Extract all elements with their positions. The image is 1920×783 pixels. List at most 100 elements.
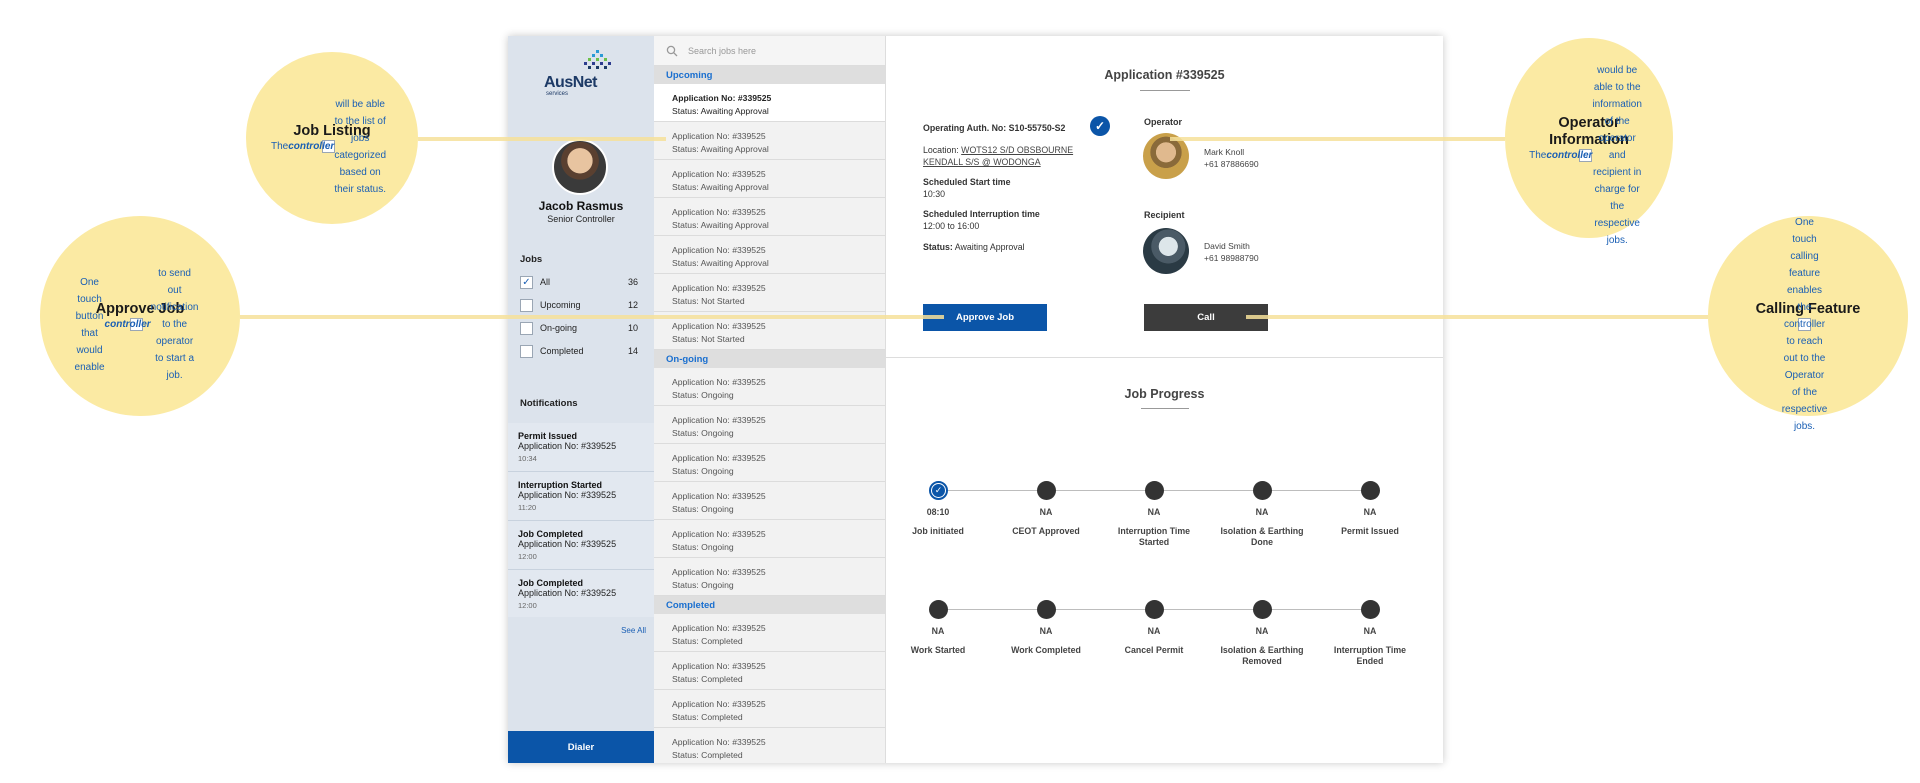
progress-title-underline — [1141, 408, 1189, 409]
location-link[interactable]: WOTS12 S/D OBSBOURNE — [961, 145, 1073, 155]
job-list-item[interactable]: Application No: #339525 Status: Completed — [654, 614, 885, 652]
callout-text: will be able to the list of jobs categor… — [334, 98, 387, 195]
search-input[interactable]: Search jobs here — [688, 46, 756, 56]
callout-job-listing: Job Listing The controller will be able … — [246, 52, 418, 224]
user-avatar[interactable] — [552, 139, 608, 195]
step-pending-dot — [1361, 481, 1380, 500]
user-role: Senior Controller — [547, 214, 615, 224]
filter-checkbox[interactable] — [520, 298, 533, 312]
job-application-number: Application No: #339525 — [672, 737, 766, 747]
operator-name: Mark Knoll — [1204, 147, 1245, 157]
callout-text: One touch calling feature enables the co… — [1781, 217, 1828, 432]
job-status-text: Status: Completed — [672, 712, 743, 722]
job-status: Status: Awaiting Approval — [923, 241, 1025, 253]
see-all-link[interactable]: See All — [621, 626, 646, 635]
step-name: Isolation & Earthing Removed — [1220, 645, 1304, 666]
step-value: NA — [931, 626, 945, 636]
step-pending-dot — [1253, 481, 1272, 500]
callout-emphasis: controller — [1546, 149, 1593, 161]
step-value: NA — [1147, 626, 1161, 636]
filter-label: Completed — [540, 346, 584, 356]
callout-text: The — [270, 141, 289, 152]
callout-text: One touch button that would enable — [74, 276, 105, 373]
job-status-text: Status: Ongoing — [672, 580, 734, 590]
job-list-item[interactable]: Application No: #339525 Status: Not Start… — [654, 274, 885, 312]
notification-item[interactable]: Interruption Started Application No: #339… — [508, 472, 654, 521]
search-bar[interactable]: Search jobs here — [654, 36, 885, 66]
notification-item[interactable]: Permit Issued Application No: #339525 10:3… — [508, 423, 654, 472]
filter-checkbox[interactable]: ✓ — [520, 275, 533, 289]
job-group-header: Upcoming — [654, 66, 885, 84]
job-detail-panel: Application #339525 Operating Auth. No: … — [886, 36, 1443, 763]
operator-header: Operator — [1144, 117, 1183, 127]
recipient-phone: +61 98988790 — [1204, 253, 1259, 263]
recipient-header: Recipient — [1144, 210, 1185, 220]
status-value: Awaiting Approval — [952, 242, 1025, 252]
step-name: Isolation & Earthing Done — [1220, 526, 1304, 547]
filter-completed[interactable]: Completed 14 — [520, 344, 638, 358]
job-status-text: Status: Awaiting Approval — [672, 106, 769, 116]
callout-text: to send out notification to the operator… — [150, 268, 199, 381]
filter-checkbox[interactable] — [520, 344, 533, 358]
job-status-text: Status: Ongoing — [672, 466, 734, 476]
recipient-name: David Smith — [1204, 241, 1250, 251]
search-icon — [666, 45, 678, 56]
job-list-item[interactable]: Application No: #339525 Status: Ongoing — [654, 406, 885, 444]
recipient-avatar — [1143, 228, 1189, 274]
job-application-number: Application No: #339525 — [672, 207, 766, 217]
job-list-item[interactable]: Application No: #339525 Status: Awaiting … — [654, 84, 885, 122]
filter-on-going[interactable]: On-going 10 — [520, 321, 638, 335]
notification-application: Application No: #339525 — [518, 539, 617, 549]
interruption-time-label: Scheduled Interruption time — [923, 209, 1040, 219]
filter-checkbox[interactable] — [520, 321, 533, 335]
callout-text: The — [1529, 149, 1547, 161]
job-list-item[interactable]: Application No: #339525 Status: Awaiting … — [654, 122, 885, 160]
job-status-text: Status: Completed — [672, 750, 743, 760]
filter-count: 14 — [627, 346, 638, 356]
job-list-item[interactable]: Application No: #339525 Status: Completed — [654, 728, 885, 763]
step-name: Work Completed — [1011, 645, 1081, 655]
job-status-text: Status: Awaiting Approval — [672, 182, 769, 192]
job-status-text: Status: Ongoing — [672, 542, 734, 552]
step-pending-dot — [1037, 481, 1056, 500]
notification-title: Job Completed — [518, 529, 584, 539]
job-list-item[interactable]: Application No: #339525 Status: Completed — [654, 652, 885, 690]
job-list-item[interactable]: Application No: #339525 Status: Ongoing — [654, 482, 885, 520]
operator-phone: +61 87886690 — [1204, 159, 1259, 169]
job-status-text: Status: Ongoing — [672, 428, 734, 438]
job-list-item[interactable]: Application No: #339525 Status: Ongoing — [654, 558, 885, 596]
job-list-item[interactable]: Application No: #339525 Status: Ongoing — [654, 520, 885, 558]
job-list-item[interactable]: Application No: #339525 Status: Awaiting … — [654, 198, 885, 236]
connector-line — [1246, 315, 1708, 319]
filter-all[interactable]: ✓ All 36 — [520, 275, 638, 289]
job-location: Location: WOTS12 S/D OBSBOURNE KENDALL S/… — [923, 144, 1073, 168]
callout-approve-job: Approve Job One touch button that would … — [40, 216, 240, 416]
job-application-number: Application No: #339525 — [672, 283, 766, 293]
job-list-item[interactable]: Application No: #339525 Status: Awaiting … — [654, 160, 885, 198]
step-pending-dot — [1145, 600, 1164, 619]
step-name: CEOT Approved — [1012, 526, 1080, 536]
location-label: Location: — [923, 145, 962, 155]
dialer-button[interactable]: Dialer — [508, 731, 654, 763]
step-name: Job initiated — [912, 526, 964, 536]
job-list-item[interactable]: Application No: #339525 Status: Ongoing — [654, 368, 885, 406]
job-list-item[interactable]: Application No: #339525 Status: Completed — [654, 690, 885, 728]
job-status-text: Status: Awaiting Approval — [672, 220, 769, 230]
filter-upcoming[interactable]: Upcoming 12 — [520, 298, 638, 312]
job-application-number: Application No: #339525 — [672, 93, 772, 103]
notifications-section-title: Notifications — [520, 398, 578, 409]
notification-item[interactable]: Job Completed Application No: #339525 12:0… — [508, 521, 654, 570]
callout-body: The controller would be able to the info… — [1529, 65, 1642, 246]
location-link[interactable]: KENDALL S/S @ WODONGA — [923, 157, 1041, 167]
callout-emphasis: controller — [288, 141, 335, 152]
notification-item[interactable]: Job Completed Application No: #339525 12:0… — [508, 570, 654, 617]
job-status-text: Status: Awaiting Approval — [672, 258, 769, 268]
logo-text: AusNet — [544, 74, 598, 91]
job-list-item[interactable]: Application No: #339525 Status: Awaiting … — [654, 236, 885, 274]
job-list-item[interactable]: Application No: #339525 Status: Ongoing — [654, 444, 885, 482]
step-value: 08:10 — [926, 507, 950, 517]
user-name: Jacob Rasmus — [538, 199, 624, 213]
notification-time: 10:34 — [518, 454, 537, 463]
notification-title: Job Completed — [518, 578, 584, 588]
step-name: Interruption Time Started — [1117, 526, 1191, 547]
